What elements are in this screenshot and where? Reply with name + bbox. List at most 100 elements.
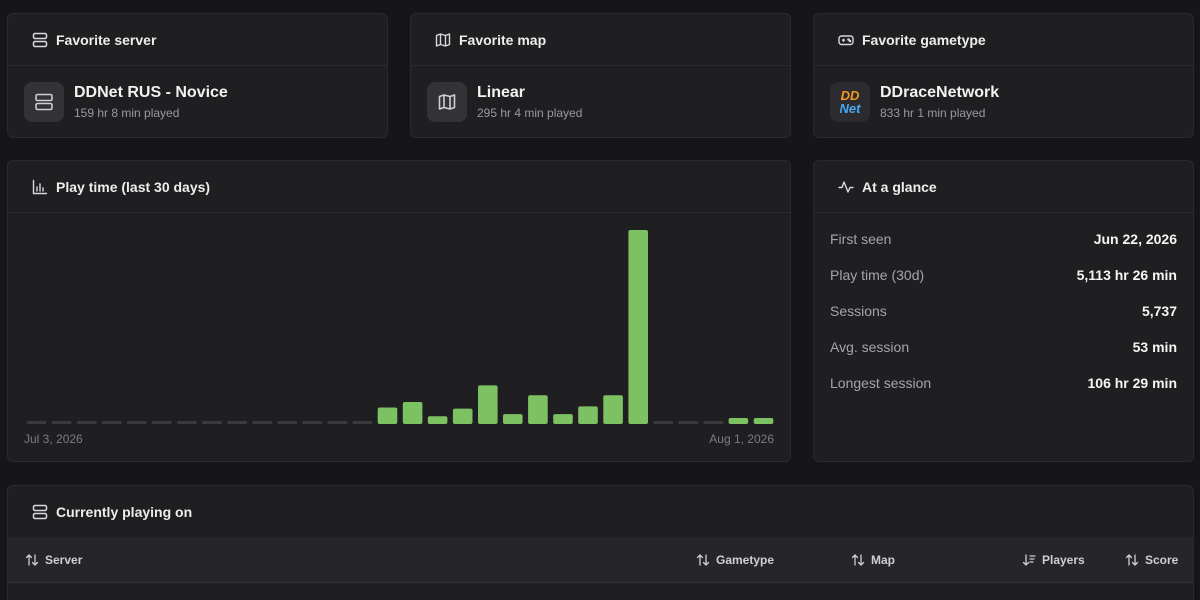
server-avatar <box>24 82 64 122</box>
favorite-server-name[interactable]: DDNet RUS - Novice <box>74 83 228 103</box>
chart-bar <box>678 421 699 424</box>
favorite-map-name[interactable]: Linear <box>477 83 582 103</box>
glance-label: Avg. session <box>830 339 910 355</box>
column-map[interactable]: Map <box>851 537 895 583</box>
chart-bar <box>427 416 448 424</box>
glance-value: 53 min <box>1132 339 1177 355</box>
server-icon <box>32 504 48 519</box>
chart-bar <box>227 421 247 424</box>
chart-bar <box>277 421 297 424</box>
chart-bar <box>352 421 373 424</box>
glance-value: Jun 22, 2026 <box>1093 231 1177 247</box>
chart-bar <box>753 418 774 424</box>
chart-bar <box>76 421 97 424</box>
glance-header: At a glance <box>814 161 1193 213</box>
playtime-card: Play time (last 30 days) Jul 3, 2026 Aug… <box>7 160 791 462</box>
chart-bar <box>51 421 72 424</box>
favorite-server-header: Favorite server <box>8 14 387 66</box>
chart-bar <box>528 395 548 424</box>
playtime-chart <box>26 230 774 424</box>
chart-bar <box>603 395 623 424</box>
glance-label: Sessions <box>830 303 887 319</box>
chart-bar <box>377 407 398 424</box>
chart-bar <box>127 421 147 424</box>
chart-bar <box>578 406 598 424</box>
chart-bar <box>503 414 523 424</box>
chart-bar <box>728 418 749 424</box>
favorite-map-header: Favorite map <box>411 14 790 66</box>
sort-arrows-icon <box>25 554 39 566</box>
chart-bar <box>26 421 47 424</box>
favorite-gametype-card: Favorite gametype DD Net DDraceNetwork 8… <box>813 13 1194 138</box>
glance-value: 5,737 <box>1141 303 1177 319</box>
glance-value: 5,113 hr 26 min <box>1076 267 1177 283</box>
chart-bar <box>327 421 348 424</box>
chart-x-end-label: Aug 1, 2026 <box>709 432 774 446</box>
column-gametype[interactable]: Gametype <box>696 537 774 583</box>
favorite-gametype-played: 833 hr 1 min played <box>880 106 986 120</box>
ddnet-logo-bottom: Net <box>839 101 861 116</box>
glance-row-first-seen: First seen Jun 22, 2026 <box>814 221 1193 257</box>
column-players-label: Players <box>1042 553 1085 567</box>
chart-bar <box>478 385 498 424</box>
chart-bar <box>202 421 222 424</box>
server-icon <box>35 93 53 111</box>
map-icon <box>435 32 451 47</box>
table-header: Server Gametype Map Players Score <box>8 537 1193 583</box>
column-players[interactable]: Players <box>1022 537 1085 583</box>
column-score-label: Score <box>1145 553 1179 567</box>
favorite-gametype-name[interactable]: DDraceNetwork <box>880 83 999 103</box>
gamepad-icon <box>838 34 854 45</box>
favorite-map-played: 295 hr 4 min played <box>477 106 583 120</box>
map-avatar <box>427 82 467 122</box>
favorite-gametype-heading: Favorite gametype <box>862 31 986 48</box>
chart-bar <box>452 408 473 424</box>
favorite-server-heading: Favorite server <box>56 31 157 48</box>
glance-label: Longest session <box>830 375 932 391</box>
glance-label: First seen <box>830 231 892 247</box>
column-map-label: Map <box>871 553 895 567</box>
favorite-server-card: Favorite server DDNet RUS - Novice 159 h… <box>7 13 388 138</box>
current-servers-heading: Currently playing on <box>56 503 193 520</box>
activity-icon <box>838 180 854 193</box>
playtime-heading: Play time (last 30 days) <box>56 178 211 195</box>
chart-bar <box>402 402 423 424</box>
sort-arrows-icon <box>1125 554 1139 566</box>
playtime-header: Play time (last 30 days) <box>8 161 790 213</box>
glance-card: At a glance First seen Jun 22, 2026 Play… <box>813 160 1194 462</box>
favorite-server-played: 159 hr 8 min played <box>74 106 180 120</box>
chart-bar <box>177 421 197 424</box>
chart-bar <box>252 421 272 424</box>
glance-row-avg-session: Avg. session 53 min <box>814 329 1193 365</box>
sort-arrows-icon <box>696 554 710 566</box>
sort-arrows-icon <box>851 554 865 566</box>
map-icon <box>438 94 456 110</box>
current-servers-card: Currently playing on Server Gametype Map… <box>7 485 1194 600</box>
favorite-gametype-header: Favorite gametype <box>814 14 1193 66</box>
chart-bar <box>628 230 648 424</box>
chart-bar <box>703 421 724 424</box>
column-gametype-label: Gametype <box>716 553 775 567</box>
sort-descending-icon <box>1022 554 1036 566</box>
current-servers-header: Currently playing on <box>8 486 1193 537</box>
glance-value: 106 hr 29 min <box>1087 375 1178 391</box>
server-icon <box>32 32 48 47</box>
glance-row-playtime: Play time (30d) 5,113 hr 26 min <box>814 257 1193 293</box>
glance-heading: At a glance <box>862 178 937 195</box>
chart-x-start-label: Jul 3, 2026 <box>24 432 83 446</box>
column-score[interactable]: Score <box>1125 537 1178 583</box>
favorite-map-card: Favorite map Linear 295 hr 4 min played <box>410 13 791 138</box>
ddnet-logo: DD Net <box>830 82 870 122</box>
chart-bar <box>653 421 673 424</box>
column-server-label: Server <box>45 553 83 567</box>
column-server[interactable]: Server <box>25 537 82 583</box>
bar-chart-icon <box>32 179 48 194</box>
favorite-map-heading: Favorite map <box>459 31 547 48</box>
glance-label: Play time (30d) <box>830 267 925 283</box>
chart-bar <box>102 421 122 424</box>
chart-bar <box>302 421 323 424</box>
chart-bar <box>152 421 172 424</box>
chart-bar <box>553 414 573 424</box>
glance-row-longest-session: Longest session 106 hr 29 min <box>814 365 1193 401</box>
glance-row-sessions: Sessions 5,737 <box>814 293 1193 329</box>
